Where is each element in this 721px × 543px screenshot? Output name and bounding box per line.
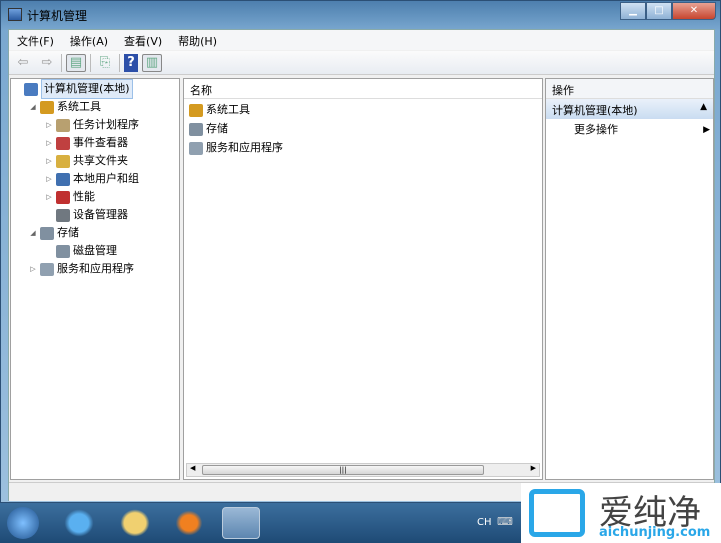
menu-action[interactable]: 操作(A) xyxy=(62,30,116,50)
tree-item[interactable]: ▷ 性能 xyxy=(45,188,95,206)
list-item[interactable]: 系统工具 xyxy=(189,101,250,119)
actions-header: 操作 xyxy=(546,79,713,99)
list-item-label: 存储 xyxy=(206,122,228,135)
expander-icon[interactable]: ▷ xyxy=(45,134,53,152)
expander-icon[interactable]: ▷ xyxy=(45,116,53,134)
list-item-label: 服务和应用程序 xyxy=(206,141,283,154)
tree-item-label: 共享文件夹 xyxy=(73,154,128,167)
ie-icon[interactable] xyxy=(62,507,96,539)
tree-node-icon xyxy=(56,190,70,204)
tree-node-icon xyxy=(56,244,70,258)
list-item-icon xyxy=(189,141,203,155)
tree-pane: 计算机管理(本地) ◢ 系统工具 ▷ 任务计划程序 ▷ 事件查看器 ▷ 共享文件夹 ▷ 本地用户和组… xyxy=(10,78,180,480)
menu-view[interactable]: 查看(V) xyxy=(116,30,170,50)
tree-item[interactable]: ▷ 任务计划程序 xyxy=(45,116,139,134)
list-item[interactable]: 存储 xyxy=(189,120,228,138)
tree-node-icon xyxy=(40,100,54,114)
tree-item[interactable]: 设备管理器 xyxy=(45,206,128,224)
tree-item[interactable]: ▷ 事件查看器 xyxy=(45,134,128,152)
tree-item-label: 性能 xyxy=(73,190,95,203)
scrollbar-thumb[interactable]: ||| xyxy=(202,465,484,475)
tree-item-label: 系统工具 xyxy=(57,100,101,113)
minimize-button[interactable]: ▁ xyxy=(620,2,646,20)
computer-management-icon xyxy=(8,8,22,21)
watermark-logo: 爱纯净 aichunjing.com xyxy=(521,483,721,543)
horizontal-scrollbar[interactable]: ◀ ||| ▶ xyxy=(186,463,540,477)
tree-item-label: 计算机管理(本地) xyxy=(41,79,133,99)
tree-node-icon xyxy=(56,118,70,132)
tree-item-label: 任务计划程序 xyxy=(73,118,139,131)
tree-item[interactable]: ▷ 共享文件夹 xyxy=(45,152,128,170)
language-indicator[interactable]: CH xyxy=(477,517,492,528)
actions-section-label: 计算机管理(本地) xyxy=(552,104,638,117)
computer-management-task[interactable] xyxy=(222,507,260,539)
show-hide-action-pane-icon[interactable]: ▥ xyxy=(142,53,162,72)
tree-node-icon xyxy=(56,172,70,186)
expander-icon[interactable]: ▷ xyxy=(29,260,37,278)
menu-bar: 文件(F) 操作(A) 查看(V) 帮助(H) xyxy=(9,30,714,50)
tree-item[interactable]: ▷ 本地用户和组 xyxy=(45,170,139,188)
actions-section[interactable]: 计算机管理(本地) ▲ xyxy=(546,99,713,119)
tree-node-icon xyxy=(56,136,70,150)
actions-pane: 操作 计算机管理(本地) ▲ 更多操作 ▶ xyxy=(545,78,714,480)
tree-node-icon xyxy=(24,82,38,96)
list-pane: 名称 系统工具存储服务和应用程序 ◀ ||| ▶ xyxy=(183,78,543,480)
show-hide-tree-icon[interactable]: ▤ xyxy=(66,53,86,72)
expander-icon[interactable]: ▷ xyxy=(45,188,53,206)
column-header-name[interactable]: 名称 xyxy=(184,79,542,99)
tree-item[interactable]: 计算机管理(本地) xyxy=(13,79,133,99)
tree-node-icon xyxy=(40,262,54,276)
tree-item[interactable]: ◢ 存储 xyxy=(29,224,79,242)
start-button[interactable] xyxy=(7,507,39,539)
tree-node-icon xyxy=(40,226,54,240)
export-list-icon[interactable]: ⎘ xyxy=(95,54,115,72)
media-player-icon[interactable] xyxy=(172,507,206,539)
explorer-icon[interactable] xyxy=(118,507,152,539)
list-item[interactable]: 服务和应用程序 xyxy=(189,139,283,157)
keyboard-icon[interactable]: ⌨ xyxy=(497,515,513,528)
toolbar: ⇦ ⇨ ▤ ⎘ ? ▥ xyxy=(9,51,714,75)
window-title: 计算机管理 xyxy=(27,9,88,23)
tree-item-label: 本地用户和组 xyxy=(73,172,139,185)
back-icon[interactable]: ⇦ xyxy=(13,54,33,72)
tree-node-icon xyxy=(56,208,70,222)
tree-item-label: 磁盘管理 xyxy=(73,244,117,257)
list-item-icon xyxy=(189,122,203,136)
expander-icon[interactable]: ▷ xyxy=(45,170,53,188)
help-icon[interactable]: ? xyxy=(124,53,138,72)
list-item-label: 系统工具 xyxy=(206,103,250,116)
tree-item-label: 事件查看器 xyxy=(73,136,128,149)
menu-help[interactable]: 帮助(H) xyxy=(170,30,225,50)
tree-item-label: 设备管理器 xyxy=(73,208,128,221)
expander-icon[interactable]: ◢ xyxy=(29,98,37,116)
tree-item-label: 服务和应用程序 xyxy=(57,262,134,275)
tree-item[interactable]: ◢ 系统工具 xyxy=(29,98,101,116)
action-more-label: 更多操作 xyxy=(574,123,618,136)
submenu-arrow-icon: ▶ xyxy=(703,125,710,135)
window-frame: 计算机管理 ▁ □ ✕ 文件(F) 操作(A) 查看(V) 帮助(H) ⇦ ⇨ … xyxy=(0,0,721,503)
collapse-icon[interactable]: ▲ xyxy=(700,102,707,112)
action-more[interactable]: 更多操作 ▶ xyxy=(574,121,710,139)
close-button[interactable]: ✕ xyxy=(672,2,716,20)
menu-file[interactable]: 文件(F) xyxy=(9,30,62,50)
maximize-button[interactable]: □ xyxy=(646,2,672,20)
tree-item[interactable]: ▷ 服务和应用程序 xyxy=(29,260,134,278)
tree-item-label: 存储 xyxy=(57,226,79,239)
tree-node-icon xyxy=(56,154,70,168)
expander-icon[interactable]: ▷ xyxy=(45,152,53,170)
forward-icon[interactable]: ⇨ xyxy=(37,54,57,72)
list-item-icon xyxy=(189,103,203,117)
tree-item[interactable]: 磁盘管理 xyxy=(45,242,117,260)
expander-icon[interactable]: ◢ xyxy=(29,224,37,242)
